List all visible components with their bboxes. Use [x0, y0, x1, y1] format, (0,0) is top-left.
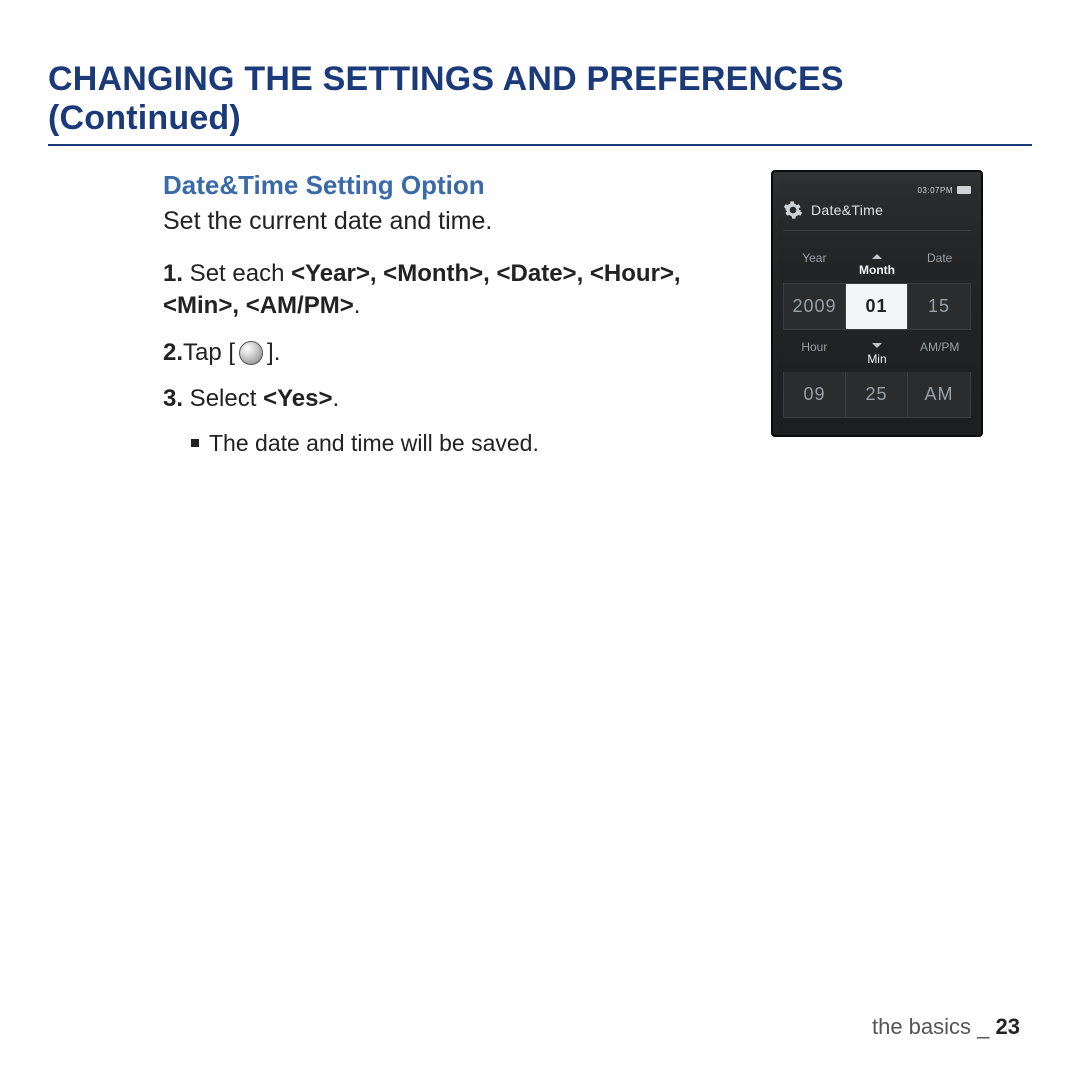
select-button-icon	[239, 341, 263, 365]
arrow-down-icon	[872, 343, 882, 348]
value-year: 2009	[784, 284, 846, 329]
footer-section: the basics	[872, 1014, 971, 1039]
device-screenshot: 03:07PM Date&Time Year Month Date 2009 0…	[771, 170, 983, 437]
col-label-hour: Hour	[783, 330, 846, 372]
device-screen-title: Date&Time	[811, 202, 883, 218]
gear-icon	[783, 200, 803, 220]
step-number: 3.	[163, 385, 183, 412]
date-grid-row1: Year Month Date 2009 01 15	[783, 245, 971, 330]
step-number: 1.	[163, 260, 183, 287]
page-title: CHANGING THE SETTINGS AND PREFERENCES (C…	[48, 60, 1032, 146]
step-3: 3. Select <Yes>.	[163, 383, 743, 415]
battery-icon	[957, 186, 971, 194]
device-statusbar: 03:07PM	[783, 184, 971, 196]
col-label-ampm: AM/PM	[908, 330, 971, 372]
section-heading: Date&Time Setting Option	[163, 170, 743, 201]
date-grid-row2: Hour Min AM/PM 09 25 AM	[783, 330, 971, 418]
step-text: Select	[183, 385, 263, 412]
step-text: Tap [	[183, 337, 235, 369]
step-note: The date and time will be saved.	[191, 430, 743, 457]
value-ampm: AM	[908, 372, 970, 417]
page-footer: the basics _ 23	[872, 1014, 1020, 1040]
content-wrap: Date&Time Setting Option Set the current…	[48, 170, 1032, 457]
instruction-column: Date&Time Setting Option Set the current…	[163, 170, 743, 457]
step-tail: .	[354, 292, 361, 319]
bullet-icon	[191, 439, 199, 447]
value-date: 15	[908, 284, 970, 329]
page-number: 23	[996, 1014, 1020, 1039]
section-subtext: Set the current date and time.	[163, 207, 743, 236]
value-hour: 09	[784, 372, 846, 417]
step-tail: ].	[267, 337, 280, 369]
manual-page: CHANGING THE SETTINGS AND PREFERENCES (C…	[0, 0, 1080, 1080]
step-2: 2. Tap [ ].	[163, 337, 743, 369]
step-tail: .	[332, 385, 339, 412]
value-month: 01	[846, 284, 908, 329]
note-text: The date and time will be saved.	[209, 430, 539, 457]
col-label-year: Year	[783, 245, 846, 283]
device-clock: 03:07PM	[917, 186, 953, 195]
col-label-month: Month	[846, 245, 909, 283]
col-label-min: Min	[846, 330, 909, 372]
arrow-up-icon	[872, 254, 882, 259]
step-field: <Yes>	[263, 385, 332, 412]
value-min: 25	[846, 372, 908, 417]
step-1: 1. Set each <Year>, <Month>, <Date>, <Ho…	[163, 258, 743, 323]
footer-sep: _	[971, 1014, 995, 1039]
step-number: 2.	[163, 337, 183, 369]
step-text: Set each	[183, 260, 291, 287]
col-label-date: Date	[908, 245, 971, 283]
device-title-row: Date&Time	[783, 200, 971, 231]
